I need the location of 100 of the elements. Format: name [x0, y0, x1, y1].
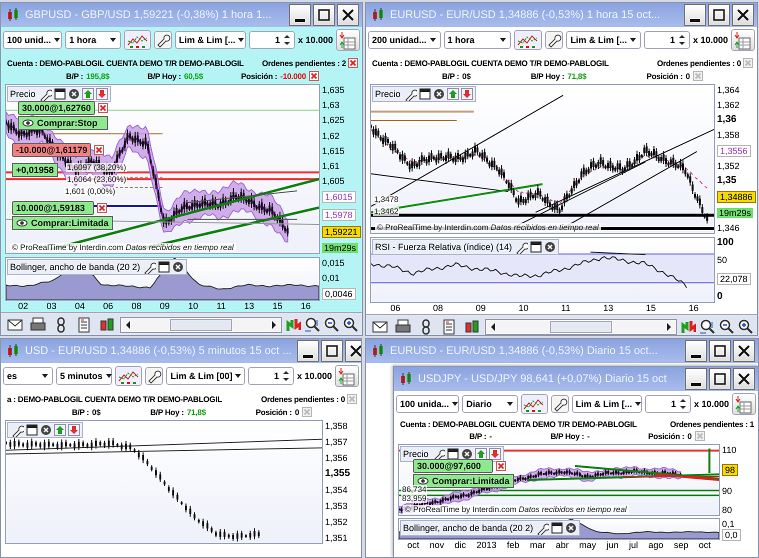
units-dropdown[interactable]: 100 unida... [396, 395, 460, 413]
order-type-dropdown[interactable]: Lim & Lim [00] [166, 367, 245, 385]
close-icon[interactable] [68, 88, 80, 100]
order-type-dropdown[interactable]: Lim & Lim [... [572, 395, 642, 413]
scroll-right-icon[interactable] [269, 319, 279, 331]
quantity-spinner[interactable]: 1 [248, 31, 295, 49]
wrench-icon[interactable] [402, 87, 417, 101]
chart-toggle-icon[interactable] [680, 319, 696, 335]
price-tag: 98 [722, 464, 738, 476]
close-button[interactable] [732, 4, 754, 26]
chart-type-button[interactable] [521, 394, 548, 414]
window-icon[interactable] [446, 448, 459, 460]
minimize-button[interactable] [685, 368, 707, 390]
cancel-icon[interactable] [348, 58, 358, 68]
wrench-icon[interactable] [142, 260, 156, 274]
wrench-icon[interactable] [514, 240, 528, 254]
printer-button[interactable] [393, 317, 413, 335]
window-icon[interactable] [530, 241, 542, 253]
quantity-spinner[interactable]: 1 [248, 367, 294, 385]
maximize-button[interactable] [708, 4, 730, 26]
wrench-icon[interactable] [10, 423, 24, 437]
scroll-right-icon[interactable] [664, 321, 674, 333]
timeframe-dropdown[interactable]: Diario [462, 395, 518, 413]
cancel-icon[interactable] [309, 71, 319, 81]
order-action-button[interactable]: Comprar:Limitada [12, 216, 113, 230]
order-tag[interactable]: -10.000@1,61179 [12, 143, 92, 157]
close-button[interactable] [337, 4, 359, 26]
minimize-button[interactable] [289, 4, 311, 26]
scroll-bar[interactable] [120, 317, 282, 333]
order-tag[interactable]: 30.000@97,600 [413, 459, 493, 473]
wrench-icon[interactable] [38, 87, 52, 101]
units-dropdown[interactable]: 100 unid... [3, 31, 62, 49]
minimize-button[interactable] [685, 340, 707, 362]
order-action-button[interactable]: Comprar:Limitada [413, 474, 514, 488]
order-action-button[interactable]: Comprar:Stop [18, 116, 108, 130]
wrench-button[interactable] [154, 31, 172, 49]
window-icon[interactable] [26, 424, 38, 436]
order-tag[interactable]: 30.000@1,62760 [18, 101, 95, 115]
chart-toggle-icon[interactable] [285, 317, 301, 333]
close-button[interactable] [344, 340, 361, 362]
timeframe-dropdown[interactable]: 1 hora [65, 31, 122, 49]
scroll-bar[interactable] [485, 319, 677, 335]
zoom-out-icon[interactable] [323, 317, 339, 333]
close-button[interactable] [733, 368, 755, 390]
wrench-button[interactable] [145, 367, 164, 385]
close-icon[interactable] [432, 88, 445, 100]
wrench-button[interactable] [545, 31, 564, 49]
units-dropdown[interactable]: 200 unidad... [368, 31, 441, 49]
close-icon[interactable] [40, 424, 52, 436]
arrow-down-icon[interactable] [460, 88, 473, 100]
wrench-button[interactable] [550, 395, 569, 413]
order-tag[interactable]: 10.000@1,59183 [12, 201, 94, 215]
cancel-icon[interactable] [94, 145, 104, 155]
close-icon[interactable] [565, 522, 578, 534]
window-icon[interactable] [158, 261, 170, 273]
arrow-up-icon[interactable] [474, 448, 487, 460]
close-button[interactable] [733, 340, 755, 362]
maximize-button[interactable] [313, 4, 335, 26]
window-icon[interactable] [54, 88, 66, 100]
close-icon[interactable] [172, 261, 184, 273]
cancel-icon[interactable] [496, 461, 506, 471]
quantity-spinner[interactable]: 1 [644, 395, 691, 413]
order-ticket-icon [733, 30, 753, 50]
maximize-button[interactable] [709, 368, 731, 390]
scroll-thumb[interactable] [170, 319, 232, 331]
order-button[interactable] [336, 29, 360, 51]
axis-label: 1,355 [325, 469, 350, 479]
arrow-down-icon[interactable] [68, 424, 80, 436]
wrench-icon[interactable] [535, 521, 550, 535]
zoom-fit-icon[interactable] [699, 319, 715, 335]
timeframe-dropdown[interactable]: 1 hora [444, 31, 512, 49]
minimize-button[interactable] [684, 4, 706, 26]
chart-type-button[interactable] [514, 30, 542, 50]
units-dropdown[interactable]: es [3, 367, 53, 385]
order-button[interactable] [731, 29, 755, 51]
timeframe-dropdown[interactable]: 5 minutos [56, 367, 112, 385]
zoom-out-icon[interactable] [718, 319, 734, 335]
close-icon[interactable] [460, 448, 473, 460]
window-icon[interactable] [418, 88, 431, 100]
scroll-thumb[interactable] [550, 321, 612, 333]
order-type-dropdown[interactable]: Lim & Lim [... [566, 31, 641, 49]
chart-type-button[interactable] [115, 366, 142, 386]
order-button[interactable] [335, 365, 359, 387]
close-icon[interactable] [544, 241, 556, 253]
arrow-down-icon[interactable] [96, 88, 108, 100]
zoom-in-icon[interactable] [342, 317, 358, 333]
chart-type-button[interactable] [124, 30, 151, 50]
cancel-icon[interactable] [98, 103, 108, 113]
minimize-button[interactable] [296, 340, 319, 362]
order-button[interactable] [732, 393, 756, 415]
zoom-fit-icon[interactable] [304, 317, 320, 333]
maximize-button[interactable] [320, 340, 343, 362]
order-type-dropdown[interactable]: Lim & Lim [... [174, 31, 246, 49]
maximize-button[interactable] [709, 340, 731, 362]
zoom-in-icon[interactable] [737, 319, 753, 335]
axis-label: may [579, 540, 596, 551]
window-icon[interactable] [551, 522, 564, 534]
quantity-spinner[interactable]: 1 [644, 31, 690, 49]
arrow-down-icon[interactable] [488, 448, 501, 460]
cancel-icon[interactable] [97, 203, 108, 213]
